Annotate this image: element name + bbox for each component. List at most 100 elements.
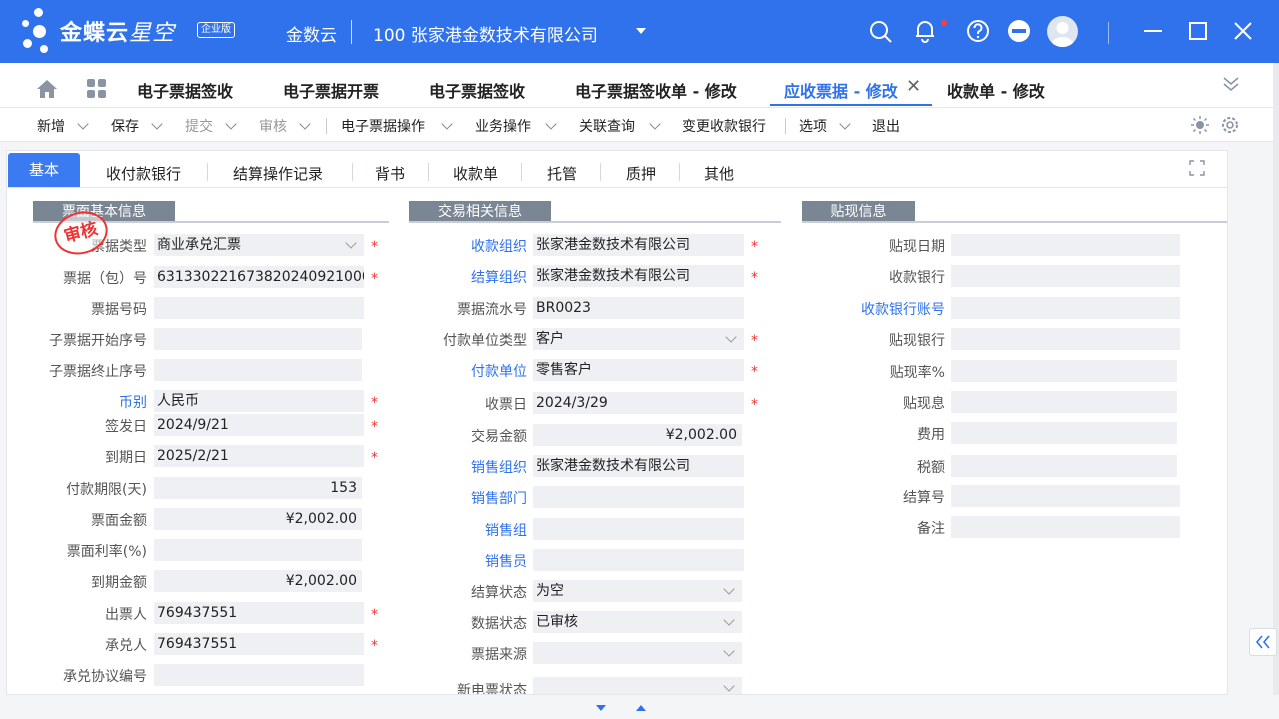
- subtab-endorse[interactable]: 背书: [375, 163, 405, 184]
- apps-grid-icon[interactable]: [87, 79, 107, 99]
- bell-icon[interactable]: [912, 18, 938, 44]
- bill-source-select[interactable]: [533, 642, 742, 664]
- payer-field[interactable]: 零售客户: [533, 359, 744, 381]
- audit-button[interactable]: 审核: [259, 116, 287, 136]
- collapse-down-icon[interactable]: [596, 705, 606, 711]
- currency-field[interactable]: 人民币: [154, 390, 364, 412]
- label-bank-account-link[interactable]: 收款银行账号: [807, 299, 945, 319]
- face-rate-field[interactable]: [154, 539, 362, 561]
- minimize-icon[interactable]: [1140, 18, 1166, 44]
- tab-notes-receivable-edit[interactable]: 应收票据 - 修改: [784, 78, 898, 102]
- change-bank-button[interactable]: 变更收款银行: [682, 116, 766, 136]
- due-date-field[interactable]: 2025/2/21: [154, 445, 364, 467]
- issue-date-field[interactable]: 2024/9/21: [154, 414, 364, 436]
- related-query-button[interactable]: 关联查询: [579, 116, 635, 136]
- acceptance-no-field[interactable]: [154, 664, 364, 686]
- subtab-pledge[interactable]: 质押: [626, 163, 656, 184]
- fee-field[interactable]: [951, 422, 1177, 444]
- discount-date-field[interactable]: [951, 234, 1180, 256]
- more-tabs-icon[interactable]: [1222, 75, 1240, 93]
- tab-receipt-edit[interactable]: 收款单 - 修改: [947, 78, 1045, 102]
- app-name[interactable]: 金数云: [286, 21, 337, 46]
- remark-field[interactable]: [951, 516, 1180, 538]
- business-ops-dropdown-icon[interactable]: [545, 118, 557, 130]
- home-icon[interactable]: [36, 79, 58, 99]
- face-amount-field[interactable]: ¥2,002.00: [154, 508, 362, 530]
- org-dropdown-icon[interactable]: [636, 28, 646, 34]
- label-currency-link[interactable]: 币别: [17, 392, 147, 412]
- receiving-bank-field[interactable]: [951, 265, 1180, 287]
- payer-type-select[interactable]: 客户: [533, 328, 744, 350]
- window-scrollbar[interactable]: [1273, 63, 1279, 719]
- bank-account-field[interactable]: [951, 297, 1180, 319]
- new-e-bill-status-select[interactable]: [533, 677, 742, 694]
- search-icon[interactable]: [868, 18, 894, 44]
- exit-button[interactable]: 退出: [872, 116, 900, 136]
- save-button[interactable]: 保存: [111, 116, 139, 136]
- bill-no-field[interactable]: [154, 297, 364, 319]
- submit-button[interactable]: 提交: [185, 116, 213, 136]
- tax-field[interactable]: [951, 455, 1177, 477]
- acceptor-field[interactable]: 769437551: [154, 633, 364, 655]
- sales-org-field[interactable]: 张家港金数技术有限公司: [533, 455, 744, 477]
- side-panel-toggle[interactable]: [1249, 628, 1277, 656]
- receiving-org-field[interactable]: 张家港金数技术有限公司: [533, 234, 744, 256]
- related-query-dropdown-icon[interactable]: [649, 118, 661, 130]
- close-icon[interactable]: [1230, 18, 1256, 44]
- sales-dept-field[interactable]: [533, 486, 744, 508]
- subtab-custody[interactable]: 托管: [547, 163, 577, 184]
- expand-icon[interactable]: [1189, 160, 1205, 176]
- audit-dropdown-icon[interactable]: [299, 118, 311, 130]
- sales-group-field[interactable]: [533, 518, 744, 540]
- new-button[interactable]: 新增: [37, 116, 65, 136]
- salesperson-field[interactable]: [533, 549, 744, 571]
- bill-serial-field[interactable]: BR0023: [533, 297, 744, 319]
- save-dropdown-icon[interactable]: [151, 118, 163, 130]
- maximize-icon[interactable]: [1185, 18, 1211, 44]
- tab-e-bill-receive[interactable]: 电子票据签收: [137, 78, 233, 102]
- label-payer-link[interactable]: 付款单位: [403, 361, 527, 381]
- label-settlement-org-link[interactable]: 结算组织: [403, 267, 527, 287]
- label-sales-group-link[interactable]: 销售组: [403, 520, 527, 540]
- data-status-select[interactable]: 已审核: [533, 611, 742, 633]
- label-receiving-org-link[interactable]: 收款组织: [403, 236, 527, 256]
- tab-e-bill-receipt-edit[interactable]: 电子票据签收单 - 修改: [575, 78, 737, 102]
- maturity-amount-field[interactable]: ¥2,002.00: [154, 570, 362, 592]
- options-button[interactable]: 选项: [799, 116, 827, 136]
- sub-bill-end-field[interactable]: [154, 359, 362, 381]
- business-ops-button[interactable]: 业务操作: [475, 116, 531, 136]
- settlement-no-field[interactable]: [951, 485, 1180, 507]
- subtab-bank[interactable]: 收付款银行: [106, 163, 181, 184]
- label-salesperson-link[interactable]: 销售员: [403, 551, 527, 571]
- label-sales-org-link[interactable]: 销售组织: [403, 457, 527, 477]
- submit-dropdown-icon[interactable]: [225, 118, 237, 130]
- bill-type-select[interactable]: 商业承兑汇票: [154, 234, 364, 256]
- subtab-basic[interactable]: 基本: [8, 153, 80, 187]
- discount-interest-field[interactable]: [951, 391, 1177, 413]
- tab-e-bill-receive-2[interactable]: 电子票据签收: [429, 78, 525, 102]
- org-selector[interactable]: 100 张家港金数技术有限公司: [373, 21, 598, 46]
- options-dropdown-icon[interactable]: [839, 118, 851, 130]
- tab-e-bill-issue[interactable]: 电子票据开票: [283, 78, 379, 102]
- trade-amount-field[interactable]: ¥2,002.00: [533, 424, 742, 446]
- sub-bill-start-field[interactable]: [154, 328, 362, 350]
- theme-icon[interactable]: [1191, 116, 1209, 134]
- collapse-up-icon[interactable]: [636, 705, 646, 711]
- receive-date-field[interactable]: 2024/3/29: [533, 392, 744, 414]
- e-bill-ops-dropdown-icon[interactable]: [441, 118, 453, 130]
- more-icon[interactable]: [1006, 18, 1032, 44]
- discount-bank-field[interactable]: [951, 328, 1180, 350]
- label-sales-dept-link[interactable]: 销售部门: [403, 488, 527, 508]
- settlement-org-field[interactable]: 张家港金数技术有限公司: [533, 265, 744, 287]
- settlement-status-select[interactable]: 为空: [533, 580, 742, 602]
- drawer-field[interactable]: 769437551: [154, 602, 364, 624]
- discount-rate-field[interactable]: [951, 360, 1177, 382]
- help-icon[interactable]: [965, 18, 991, 44]
- subtab-receipt[interactable]: 收款单: [453, 163, 498, 184]
- new-dropdown-icon[interactable]: [77, 118, 89, 130]
- avatar[interactable]: [1047, 16, 1078, 47]
- bill-package-no-field[interactable]: 631330221673820240921000: [154, 266, 364, 288]
- settings-gear-icon[interactable]: [1220, 115, 1240, 135]
- subtab-settlement-log[interactable]: 结算操作记录: [233, 163, 323, 184]
- tab-close-icon[interactable]: ✕: [906, 76, 921, 97]
